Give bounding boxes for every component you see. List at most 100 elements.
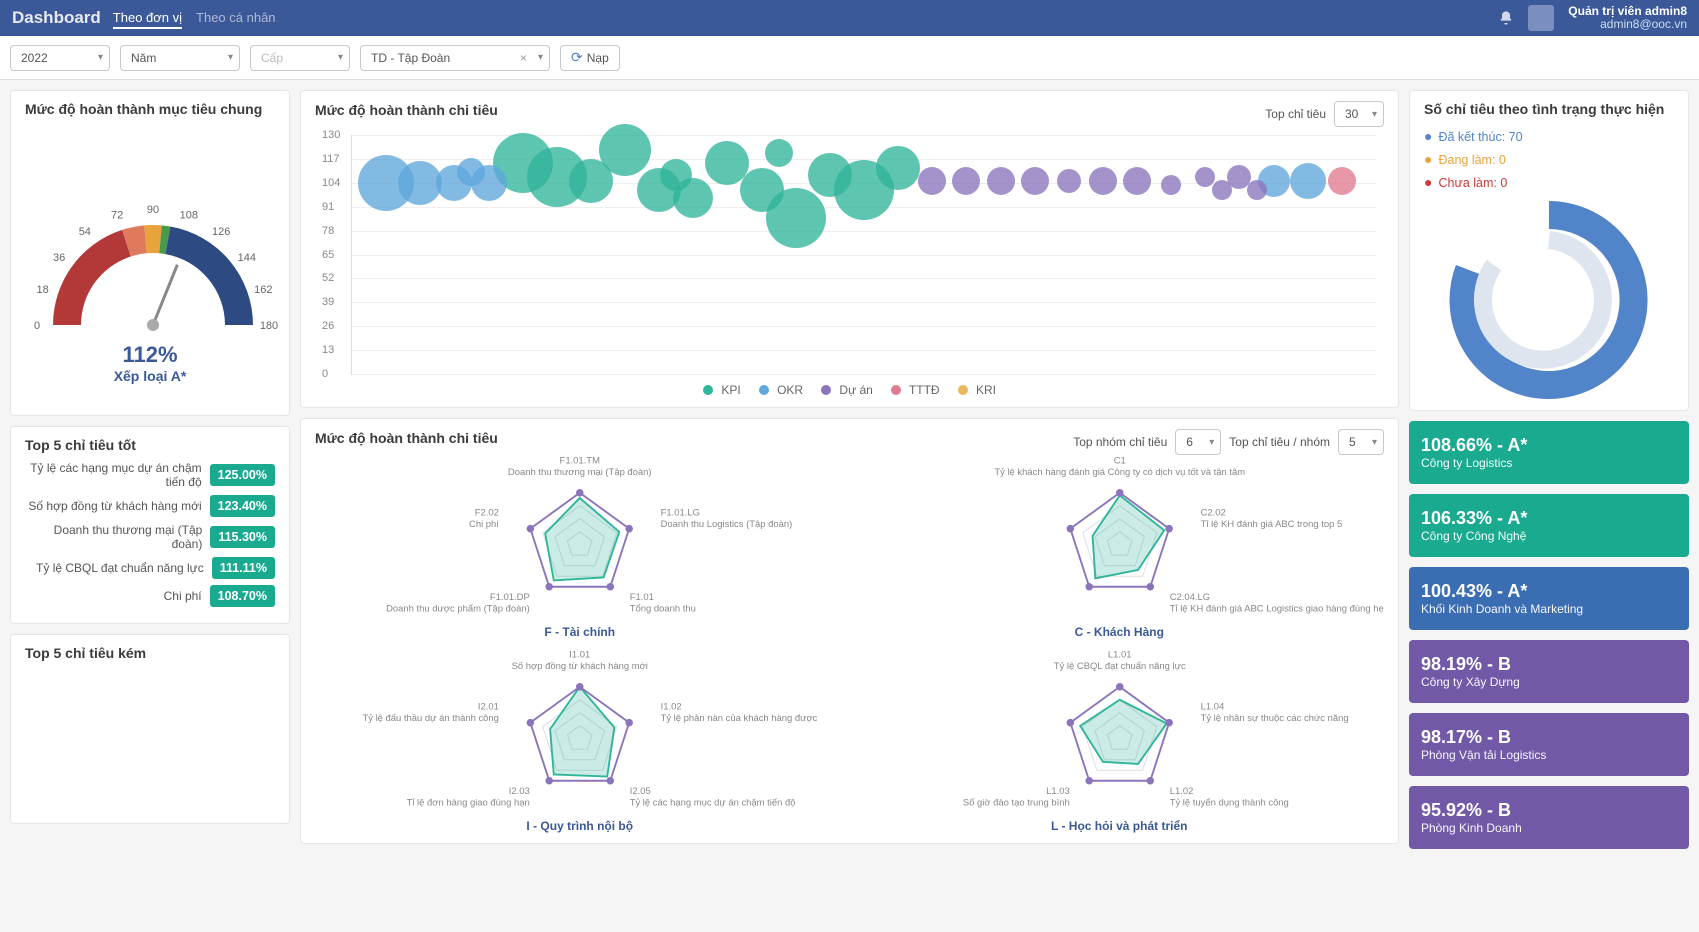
score-card[interactable]: 106.33% - A* Công ty Công Nghệ xyxy=(1409,494,1689,557)
svg-text:L1.02: L1.02 xyxy=(1169,786,1193,797)
svg-text:72: 72 xyxy=(111,210,123,222)
select-top-nhom[interactable]: 6 xyxy=(1175,429,1221,455)
radar-cell: C1 Tỷ lệ khách hàng đánh giá Công ty có … xyxy=(855,455,1385,639)
svg-text:Tỷ lệ nhân sự thuộc các chức n: Tỷ lệ nhân sự thuộc các chức năng xyxy=(1200,713,1348,724)
clear-icon[interactable]: × xyxy=(520,51,527,65)
radar-subtitle: F - Tài chính xyxy=(315,625,845,639)
top5-row: Số hợp đồng từ khách hàng mới 123.40% xyxy=(25,495,275,517)
top5-bad-panel: Top 5 chỉ tiêu kém xyxy=(10,634,290,824)
score-card[interactable]: 100.43% - A* Khối Kinh Doanh và Marketin… xyxy=(1409,567,1689,630)
score-sub: Khối Kinh Doanh và Marketing xyxy=(1421,602,1677,616)
top5-value: 125.00% xyxy=(210,464,275,486)
legend-item[interactable]: span[style*="#8b74bb"]::before{backgroun… xyxy=(821,383,873,397)
svg-text:C2.02: C2.02 xyxy=(1200,508,1225,519)
avatar[interactable] xyxy=(1528,5,1554,31)
bubble-point[interactable] xyxy=(673,178,713,218)
user-badge[interactable]: Quản trị viên admin8 admin8@ooc.vn xyxy=(1568,5,1687,31)
bubble-point[interactable] xyxy=(876,146,920,190)
top5-label: Doanh thu thương mại (Tập đoàn) xyxy=(25,523,210,551)
select-year[interactable]: 2022 xyxy=(10,45,110,71)
bubble-point[interactable] xyxy=(1195,167,1215,187)
bubble-point[interactable] xyxy=(1123,167,1151,195)
svg-text:Số hợp đồng từ khách hàng mới: Số hợp đồng từ khách hàng mới xyxy=(512,661,648,672)
svg-text:C2.04.LG: C2.04.LG xyxy=(1169,592,1209,603)
bubble-point[interactable] xyxy=(1328,167,1356,195)
bubble-chart: 0 13 26 39 52 65 78 91 104 117 130 xyxy=(351,135,1376,375)
tab-theo-ca-nhan[interactable]: Theo cá nhân xyxy=(196,8,276,29)
svg-text:I2.03: I2.03 xyxy=(509,786,530,797)
bubble-point[interactable] xyxy=(471,165,507,201)
refresh-button[interactable]: ⟳ Nạp xyxy=(560,45,620,71)
svg-text:L1.01: L1.01 xyxy=(1107,650,1131,661)
score-sub: Phòng Kinh Doanh xyxy=(1421,821,1677,835)
select-top-chi-tieu[interactable]: 30 xyxy=(1334,101,1384,127)
gauge-chart: 01836547290108126144162180 xyxy=(25,125,280,355)
svg-text:F2.02: F2.02 xyxy=(475,508,499,519)
svg-text:18: 18 xyxy=(37,284,49,296)
select-period[interactable]: Năm xyxy=(120,45,240,71)
radar-cell: F1.01.TM Doanh thu thương mại (Tập đoàn)… xyxy=(315,455,845,639)
score-card[interactable]: 98.19% - B Công ty Xây Dựng xyxy=(1409,640,1689,703)
legend-item[interactable]: span[style*="#e8b95e"]::before{backgroun… xyxy=(958,383,996,397)
bubble-point[interactable] xyxy=(1161,175,1181,195)
header-tabs: Theo đơn vị Theo cá nhân xyxy=(113,8,276,29)
score-sub: Công ty Xây Dựng xyxy=(1421,675,1677,689)
svg-text:36: 36 xyxy=(53,252,65,264)
bubble-legend: span[style*="#2fb59a"]::before{backgroun… xyxy=(315,383,1384,397)
score-percent: 98.17% - B xyxy=(1421,727,1677,748)
svg-text:Doanh thu Logistics (Tập đoàn): Doanh thu Logistics (Tập đoàn) xyxy=(661,519,793,530)
radar-panel: Mức độ hoàn thành chi tiêu Top nhóm chỉ … xyxy=(300,418,1399,844)
svg-text:Tỷ lệ tuyển dụng thành công: Tỷ lệ tuyển dụng thành công xyxy=(1169,798,1288,809)
bubble-point[interactable] xyxy=(952,167,980,195)
legend-item[interactable]: span[style*="#5fa7dd"]::before{backgroun… xyxy=(759,383,803,397)
bubble-title: Mức độ hoàn thành chi tiêu xyxy=(315,102,498,118)
donut-legend-item[interactable]: Chưa làm: 0 xyxy=(1424,171,1674,194)
score-sub: Công ty Công Nghệ xyxy=(1421,529,1677,543)
top5-good-title: Top 5 chỉ tiêu tốt xyxy=(25,437,275,453)
bubble-point[interactable] xyxy=(1089,167,1117,195)
svg-text:L1.03: L1.03 xyxy=(1046,786,1070,797)
legend-item[interactable]: span[style*="#e07a8f"]::before{backgroun… xyxy=(891,383,940,397)
top5-label: Tỷ lệ các hạng mục dự án chậm tiến độ xyxy=(25,461,210,489)
bubble-top-label: Top chỉ tiêu xyxy=(1265,107,1326,121)
svg-text:144: 144 xyxy=(238,252,256,264)
donut-title: Số chỉ tiêu theo tình trạng thực hiện xyxy=(1424,101,1674,117)
select-top-per[interactable]: 5 xyxy=(1338,429,1384,455)
score-card[interactable]: 95.92% - B Phòng Kinh Doanh xyxy=(1409,786,1689,849)
bubble-point[interactable] xyxy=(765,139,793,167)
bubble-point[interactable] xyxy=(1057,169,1081,193)
select-org[interactable]: TD - Tập Đoàn × xyxy=(360,45,550,71)
svg-text:Tỉ lệ KH đánh giá ABC Logistic: Tỉ lệ KH đánh giá ABC Logistics giao hàn… xyxy=(1169,604,1384,615)
tab-theo-don-vi[interactable]: Theo đơn vị xyxy=(113,8,182,29)
svg-text:I1.01: I1.01 xyxy=(569,650,590,661)
select-level[interactable]: Cấp xyxy=(250,45,350,71)
top5-value: 115.30% xyxy=(210,526,275,548)
legend-item[interactable]: span[style*="#2fb59a"]::before{backgroun… xyxy=(703,383,741,397)
bubble-point[interactable] xyxy=(599,124,651,176)
bubble-point[interactable] xyxy=(987,167,1015,195)
bubble-point[interactable] xyxy=(766,188,826,248)
bubble-point[interactable] xyxy=(1247,180,1267,200)
bubble-point[interactable] xyxy=(918,167,946,195)
bubble-panel: Mức độ hoàn thành chi tiêu Top chỉ tiêu … xyxy=(300,90,1399,408)
svg-text:Tỉ lệ đơn hàng giao đúng hạn: Tỉ lệ đơn hàng giao đúng hạn xyxy=(407,798,530,809)
svg-text:Tỷ lệ các hạng mục dự án chậm: Tỷ lệ các hạng mục dự án chậm tiến độ xyxy=(630,798,796,809)
score-card[interactable]: 108.66% - A* Công ty Logistics xyxy=(1409,421,1689,484)
svg-text:I2.05: I2.05 xyxy=(630,786,651,797)
svg-text:90: 90 xyxy=(147,204,159,216)
radar-subtitle: I - Quy trình nội bộ xyxy=(315,819,845,833)
bubble-point[interactable] xyxy=(1290,163,1326,199)
radar-chart: I1.01 Số hợp đồng từ khách hàng mớiI1.02… xyxy=(315,649,845,819)
bubble-point[interactable] xyxy=(1021,167,1049,195)
user-email: admin8@ooc.vn xyxy=(1568,18,1687,31)
donut-legend-item[interactable]: Đã kết thúc: 70 xyxy=(1424,125,1674,148)
top5-label: Chi phí xyxy=(25,589,210,603)
radar-cell: L1.01 Tỷ lệ CBQL đạt chuẩn năng lựcL1.04… xyxy=(855,649,1385,833)
bell-icon[interactable] xyxy=(1498,10,1514,26)
svg-text:I2.01: I2.01 xyxy=(478,702,499,713)
radar-chart: C1 Tỷ lệ khách hàng đánh giá Công ty có … xyxy=(855,455,1385,625)
score-card[interactable]: 98.17% - B Phòng Vận tải Logistics xyxy=(1409,713,1689,776)
refresh-icon: ⟳ xyxy=(571,49,583,66)
top5-label: Tỷ lệ CBQL đạt chuẩn năng lực xyxy=(25,561,212,575)
donut-legend-item[interactable]: Đang làm: 0 xyxy=(1424,148,1674,171)
